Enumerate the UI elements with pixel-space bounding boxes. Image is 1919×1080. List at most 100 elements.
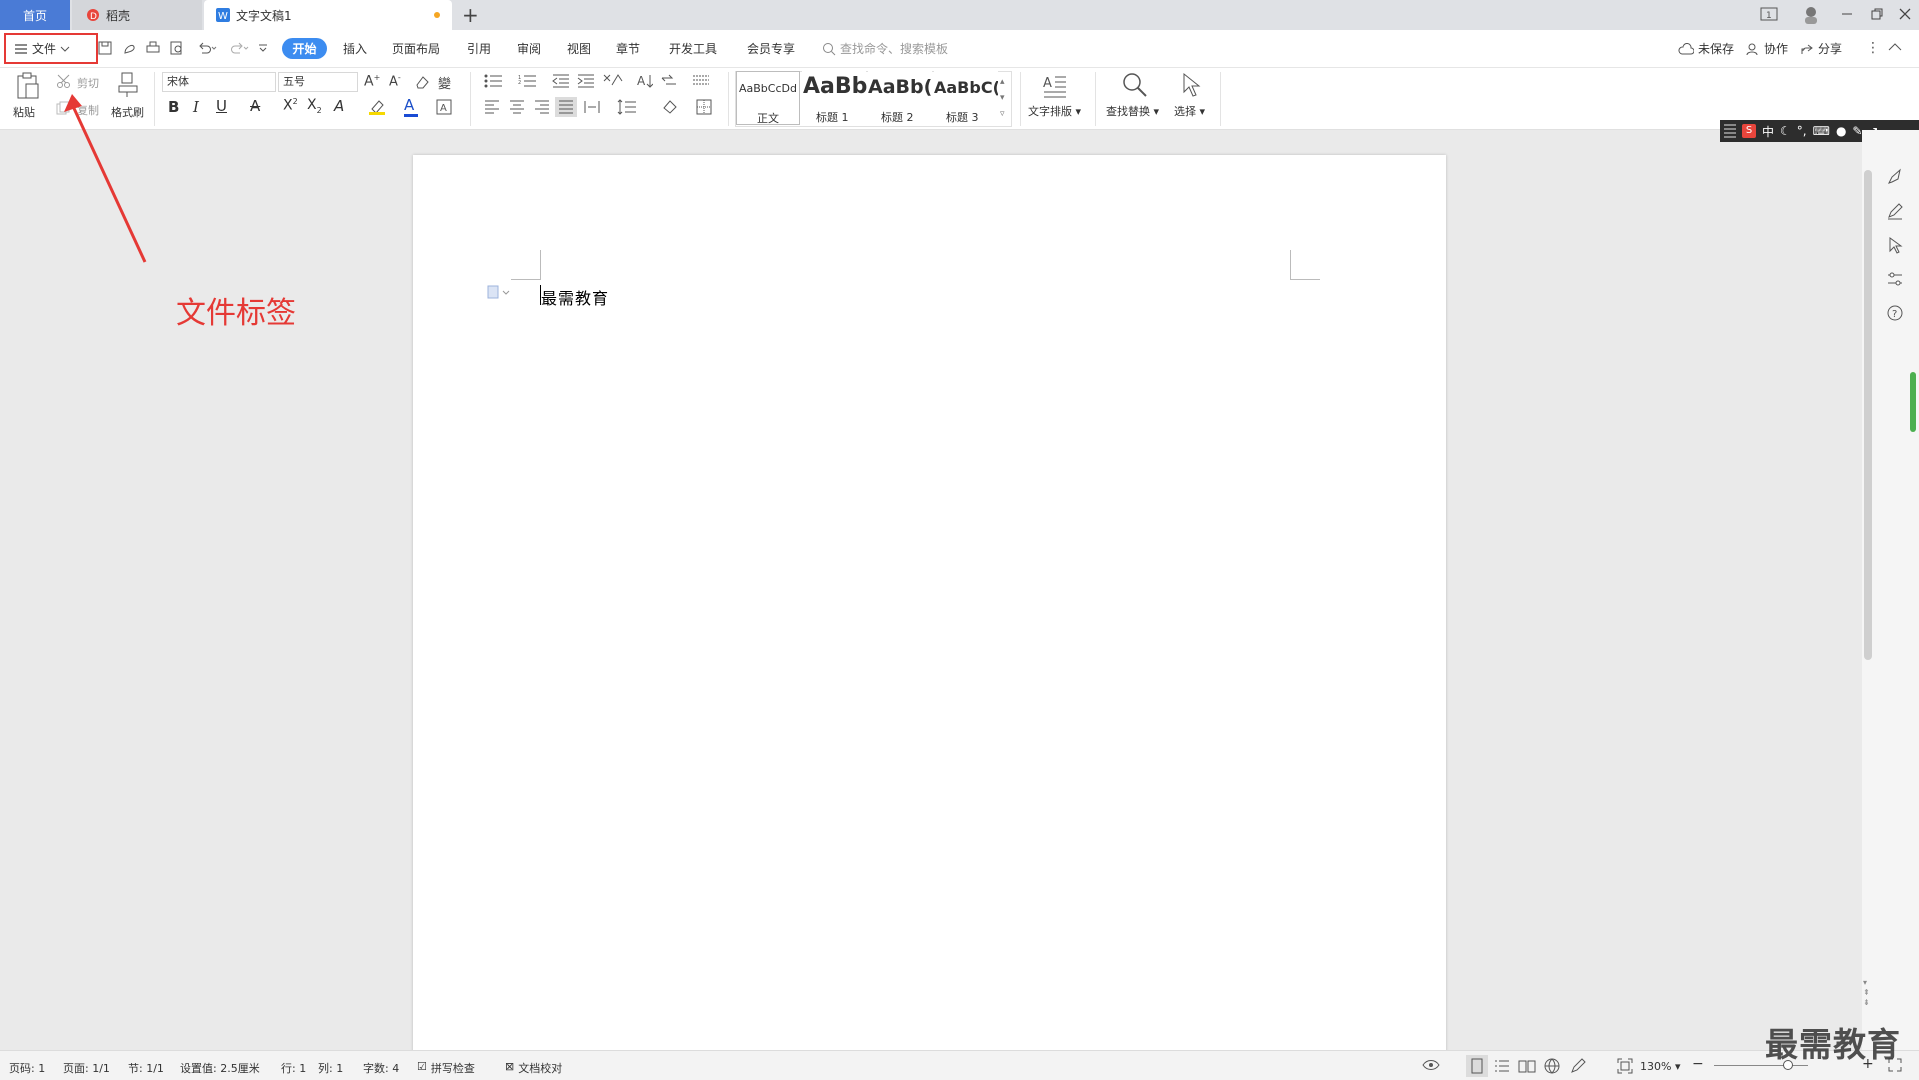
text-layout-button[interactable]: 文字排版 ▾	[1028, 103, 1081, 119]
text-layout-icon[interactable]: A	[1042, 73, 1068, 99]
font-color-icon[interactable]: A	[404, 96, 418, 117]
highlight-icon[interactable]	[368, 99, 386, 115]
underline-icon[interactable]: U	[216, 97, 227, 115]
find-replace-icon[interactable]	[1122, 72, 1148, 98]
share-button[interactable]: 分享	[1800, 40, 1842, 57]
save-icon[interactable]	[98, 41, 112, 55]
shrink-font-icon[interactable]: A-	[389, 73, 401, 89]
sliders-icon[interactable]	[1886, 270, 1904, 288]
text-effect-icon[interactable]: A	[334, 97, 344, 115]
redo-icon[interactable]	[229, 41, 249, 55]
status-setting[interactable]: 设置值: 2.5厘米	[180, 1060, 260, 1076]
write-mode-icon[interactable]	[1570, 1058, 1586, 1074]
table-tools-icon[interactable]	[692, 75, 710, 85]
line-spacing-icon[interactable]	[617, 99, 637, 115]
tab-insert[interactable]: 插入	[343, 40, 367, 57]
paragraph-handle-icon[interactable]	[487, 285, 513, 299]
paste-button[interactable]: 粘贴	[13, 104, 35, 120]
tab-start[interactable]: 开始	[282, 38, 327, 59]
bullet-list-icon[interactable]	[484, 74, 504, 88]
zoom-level[interactable]: 130% ▾	[1640, 1060, 1680, 1073]
status-page-num[interactable]: 页码: 1	[9, 1060, 45, 1076]
pinyin-icon[interactable]: 變	[438, 73, 451, 92]
spell-check-toggle[interactable]: ☑ 拼写检查	[417, 1060, 475, 1076]
char-border-icon[interactable]: A	[436, 99, 452, 115]
tab-view[interactable]: 视图	[567, 40, 591, 57]
font-size-select[interactable]: 五号	[278, 72, 358, 92]
align-right-icon[interactable]	[534, 100, 550, 114]
select-cursor-icon[interactable]	[1180, 72, 1202, 98]
status-words[interactable]: 字数: 4	[363, 1060, 399, 1076]
shading-icon[interactable]	[661, 99, 679, 115]
status-pages[interactable]: 页面: 1/1	[63, 1060, 110, 1076]
style-heading-1[interactable]: AaBb 标题 1	[802, 71, 867, 125]
new-tab-button[interactable]: +	[462, 3, 479, 27]
tab-reference[interactable]: 引用	[467, 40, 491, 57]
customize-icon[interactable]	[257, 41, 269, 55]
subscript-icon[interactable]: X2	[307, 97, 322, 115]
reading-view-icon[interactable]	[1518, 1059, 1536, 1073]
eye-icon[interactable]	[1422, 1059, 1440, 1071]
style-gallery-scroll[interactable]: ▴ ▾ ▿	[1000, 74, 1005, 122]
tab-review[interactable]: 审阅	[517, 40, 541, 57]
scissors-icon[interactable]	[56, 74, 72, 88]
scroll-thumb[interactable]	[1864, 170, 1872, 660]
rocket-icon[interactable]	[1886, 168, 1904, 186]
sidebar-toggle[interactable]	[1910, 372, 1916, 432]
unsaved-button[interactable]: 未保存	[1678, 40, 1734, 57]
tab-developer[interactable]: 开发工具	[669, 40, 717, 57]
decrease-indent-icon[interactable]	[552, 74, 570, 88]
sort-icon[interactable]: A	[637, 73, 653, 89]
tab-home[interactable]: 首页	[0, 0, 70, 30]
workspace-icon[interactable]: 1	[1760, 7, 1778, 21]
tab-document[interactable]: W 文字文稿1	[204, 0, 452, 30]
select-button[interactable]: 选择 ▾	[1174, 103, 1205, 119]
tab-page-layout[interactable]: 页面布局	[392, 40, 440, 57]
fit-page-icon[interactable]	[1617, 1058, 1633, 1074]
status-col[interactable]: 列: 1	[318, 1060, 343, 1076]
strikethrough-icon[interactable]: A	[250, 97, 260, 115]
more-icon[interactable]: ⋮	[1866, 40, 1880, 56]
align-center-icon[interactable]	[509, 100, 525, 114]
scroll-down-icon[interactable]: ▾ ⇞ ⇟	[1863, 978, 1870, 1008]
increase-indent-icon[interactable]	[577, 74, 595, 88]
tab-docer[interactable]: D 稻壳	[72, 0, 202, 30]
style-heading-2[interactable]: AaBb( 标题 2	[868, 71, 932, 125]
cursor-icon[interactable]	[1886, 236, 1904, 254]
superscript-icon[interactable]: X2	[283, 97, 298, 114]
font-family-select[interactable]: 宋体	[162, 72, 276, 92]
justify-button[interactable]	[555, 97, 577, 117]
grow-font-icon[interactable]: A+	[364, 73, 380, 90]
numbered-list-icon[interactable]: 12	[518, 74, 538, 88]
tab-member[interactable]: 会员专享	[747, 40, 795, 57]
output-pdf-icon[interactable]	[122, 41, 136, 55]
web-view-icon[interactable]	[1544, 1058, 1560, 1074]
italic-icon[interactable]: I	[193, 98, 199, 116]
find-replace-button[interactable]: 查找替换 ▾	[1106, 103, 1159, 119]
print-preview-icon[interactable]	[170, 41, 184, 55]
page-view-button[interactable]	[1466, 1055, 1488, 1077]
restore-icon[interactable]	[1870, 7, 1884, 21]
minimize-icon[interactable]	[1840, 7, 1854, 21]
undo-icon[interactable]	[197, 41, 217, 55]
status-row[interactable]: 行: 1	[281, 1060, 306, 1076]
status-section[interactable]: 节: 1/1	[128, 1060, 164, 1076]
clear-format-icon[interactable]	[414, 75, 430, 89]
align-left-icon[interactable]	[484, 100, 500, 114]
tab-chapter[interactable]: 章节	[616, 40, 640, 57]
chinese-layout-icon[interactable]	[602, 73, 624, 89]
zoom-out-icon[interactable]: −	[1692, 1056, 1704, 1072]
collab-button[interactable]: 协作	[1746, 40, 1788, 57]
style-heading-3[interactable]: AaBbC( 标题 3	[934, 71, 998, 125]
file-menu-button[interactable]: 文件	[14, 40, 70, 57]
pen-icon[interactable]	[1886, 202, 1904, 220]
show-marks-icon[interactable]	[660, 74, 678, 88]
border-icon[interactable]	[696, 99, 712, 115]
style-normal[interactable]: AaBbCcDd 正文	[736, 71, 800, 125]
outline-view-icon[interactable]	[1494, 1059, 1510, 1073]
close-icon[interactable]	[1898, 7, 1912, 21]
search-box[interactable]: 查找命令、搜索模板	[822, 40, 948, 57]
print-icon[interactable]	[146, 41, 160, 55]
vertical-scrollbar[interactable]: ▾ ⇞ ⇟	[1862, 170, 1874, 1007]
document-page[interactable]: 最需教育	[413, 155, 1446, 1060]
